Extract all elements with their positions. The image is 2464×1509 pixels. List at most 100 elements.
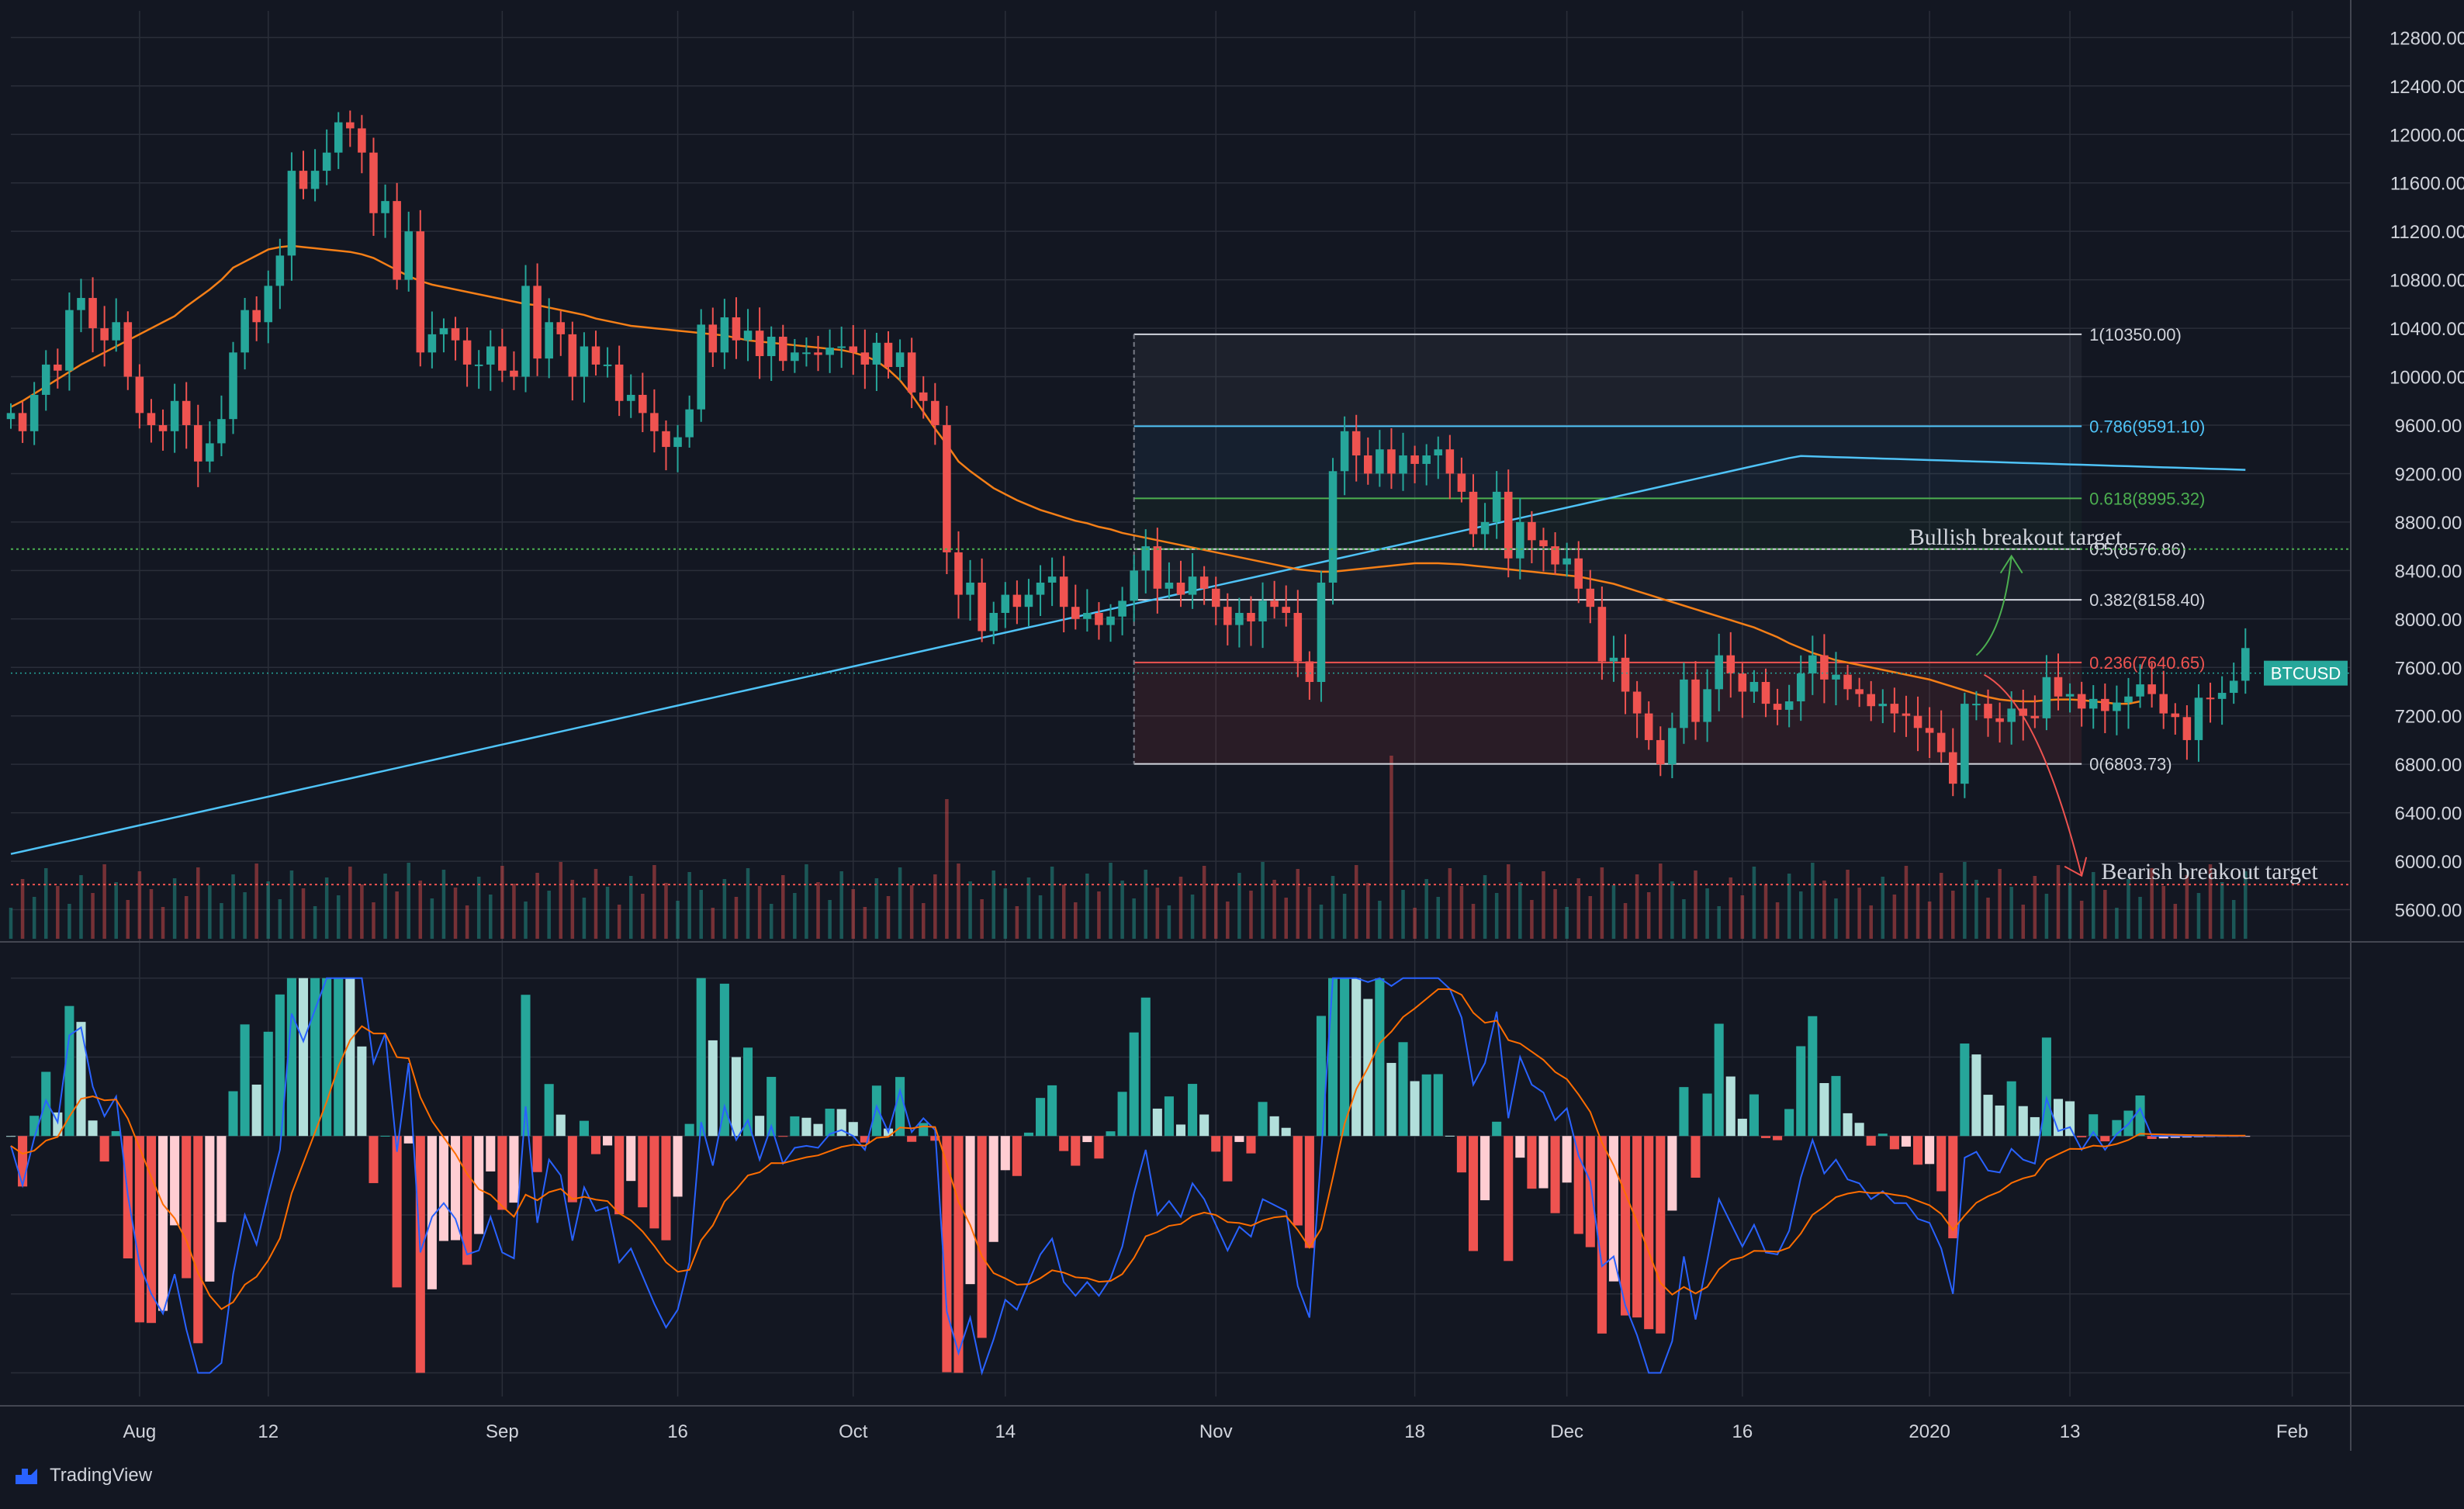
candle-body bbox=[1972, 704, 1981, 706]
volume-bar bbox=[594, 869, 598, 939]
volume-bar bbox=[1576, 878, 1580, 939]
macd-histogram-bar bbox=[684, 1123, 694, 1137]
volume-bar bbox=[278, 899, 282, 939]
candle-body bbox=[1528, 521, 1536, 541]
macd-histogram-bar bbox=[1808, 1016, 1818, 1137]
volume-bar bbox=[664, 883, 668, 939]
volume-bar bbox=[863, 907, 867, 939]
macd-histogram-bar bbox=[1796, 1046, 1806, 1137]
macd-histogram-bar bbox=[649, 1136, 659, 1229]
volume-bar bbox=[1038, 895, 1043, 939]
volume-bar bbox=[324, 877, 329, 939]
volume-bar bbox=[2161, 886, 2165, 939]
volume-bar bbox=[67, 904, 71, 939]
macd-histogram-bar bbox=[1012, 1136, 1022, 1176]
volume-bar bbox=[1307, 887, 1312, 939]
candle-body bbox=[427, 334, 437, 353]
volume-bar bbox=[1611, 885, 1616, 939]
macd-histogram-bar bbox=[778, 1136, 788, 1137]
macd-histogram-bar bbox=[216, 1136, 227, 1223]
candle-body bbox=[1188, 576, 1197, 595]
candle-body bbox=[2241, 648, 2250, 681]
candle-body bbox=[206, 443, 214, 462]
price-tick-label: 7600.00 bbox=[2395, 658, 2462, 679]
volume-bar bbox=[1120, 881, 1124, 939]
volume-bar bbox=[839, 871, 843, 939]
candle-body bbox=[1890, 704, 1899, 714]
candle-body bbox=[2206, 697, 2215, 700]
volume-bar bbox=[559, 862, 563, 939]
macd-histogram-bar bbox=[1410, 1081, 1420, 1137]
fib-level-label: 0.382(8158.40) bbox=[2089, 590, 2205, 610]
volume-bar bbox=[605, 887, 610, 939]
volume-bar bbox=[2009, 887, 2013, 939]
candle-body bbox=[1726, 655, 1736, 674]
macd-histogram-bar bbox=[111, 1130, 121, 1137]
macd-histogram-bar bbox=[1351, 978, 1362, 1137]
candle-body bbox=[1376, 449, 1384, 474]
macd-histogram-bar bbox=[228, 1091, 238, 1137]
macd-histogram-bar bbox=[1140, 997, 1151, 1137]
macd-histogram-bar bbox=[1901, 1136, 1911, 1147]
macd-histogram-bar bbox=[322, 978, 332, 1137]
volume-bar bbox=[1085, 874, 1089, 939]
volume-bar bbox=[1659, 864, 1663, 939]
macd-histogram-bar bbox=[1843, 1113, 1853, 1137]
tradingview-logo[interactable]: TradingView bbox=[11, 1465, 152, 1487]
volume-bar bbox=[1213, 884, 1218, 939]
candle-body bbox=[1644, 713, 1653, 740]
volume-bar bbox=[1915, 884, 1920, 939]
volume-bar bbox=[1074, 902, 1078, 939]
candle-body bbox=[358, 128, 366, 153]
macd-histogram-bar bbox=[357, 1046, 367, 1137]
volume-bar bbox=[2127, 879, 2130, 939]
macd-histogram-bar bbox=[380, 1135, 390, 1137]
volume-bar bbox=[2021, 905, 2026, 939]
volume-bar bbox=[617, 905, 621, 939]
time-tick-label: Sep bbox=[486, 1421, 519, 1442]
price-tick-label: 10000.00 bbox=[2390, 368, 2464, 389]
macd-histogram-bar bbox=[1445, 1135, 1455, 1137]
candle-body bbox=[510, 370, 518, 377]
candle-body bbox=[252, 310, 261, 323]
volume-bar bbox=[91, 893, 95, 939]
volume-bar bbox=[1401, 890, 1405, 939]
volume-bar bbox=[1249, 891, 1253, 939]
macd-histogram-bar bbox=[1656, 1136, 1666, 1334]
price-tick-label: 8800.00 bbox=[2395, 513, 2462, 534]
candle-body bbox=[1609, 657, 1618, 662]
volume-bar bbox=[161, 907, 165, 939]
price-chart-svg[interactable]: 1(10350.00) 0.786(9591.10) 0.618(8995.32) 0… bbox=[0, 0, 2464, 1509]
volume-bar bbox=[945, 799, 949, 939]
volume-bar bbox=[1705, 888, 1709, 939]
macd-histogram-bar bbox=[1527, 1136, 1537, 1189]
macd-histogram-bar bbox=[1223, 1136, 1233, 1182]
volume-bar bbox=[1097, 891, 1101, 939]
macd-histogram-bar bbox=[158, 1136, 168, 1311]
volume-bar bbox=[757, 886, 762, 939]
volume-bar bbox=[2091, 872, 2095, 939]
candle-body bbox=[556, 322, 566, 334]
macd-histogram-bar bbox=[1749, 1094, 1759, 1137]
volume-bar bbox=[1378, 901, 1382, 939]
macd-histogram-bar bbox=[1667, 1136, 1677, 1211]
time-tick-label: Oct bbox=[839, 1421, 868, 1442]
volume-bar bbox=[512, 884, 516, 939]
candle-body bbox=[2077, 694, 2086, 709]
volume-bar bbox=[441, 870, 446, 939]
volume-bar bbox=[2138, 897, 2142, 939]
macd-histogram-bar bbox=[170, 1136, 180, 1226]
volume-bar bbox=[851, 889, 856, 939]
volume-bar bbox=[313, 906, 317, 939]
macd-histogram-bar bbox=[2018, 1106, 2028, 1137]
macd-histogram-bar bbox=[1328, 978, 1338, 1137]
volume-bar bbox=[2056, 865, 2061, 939]
volume-bar bbox=[289, 870, 294, 939]
candle-body bbox=[1878, 704, 1888, 707]
candle-body bbox=[54, 364, 62, 371]
volume-bar bbox=[1951, 891, 1955, 939]
macd-histogram-bar bbox=[731, 1057, 741, 1137]
volume-bar bbox=[1927, 902, 1932, 939]
volume-bar bbox=[2033, 876, 2037, 939]
candle-body bbox=[1364, 455, 1372, 474]
